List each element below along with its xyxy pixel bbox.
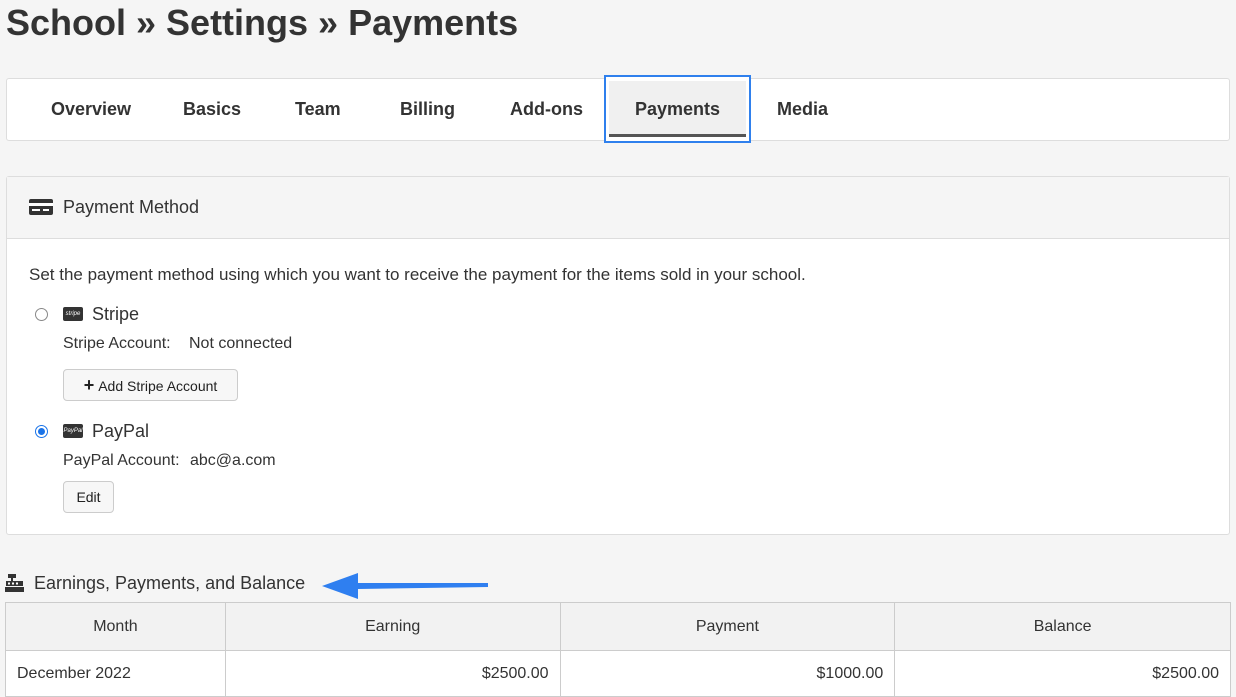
tab-team[interactable]: Team (295, 79, 341, 140)
page-title: School » Settings » Payments (6, 2, 519, 43)
table-row: December 2022 $2500.00 $1000.00 $2500.00 (5, 650, 1231, 697)
table-header-row: Month Earning Payment Balance (5, 602, 1231, 651)
tab-basics[interactable]: Basics (183, 79, 241, 140)
panel-title: Payment Method (63, 197, 200, 217)
tab-media[interactable]: Media (777, 79, 828, 140)
stripe-account-value: Not connected (189, 335, 293, 352)
stripe-label: Stripe (92, 304, 140, 324)
column-header-month: Month (5, 602, 226, 651)
edit-paypal-button[interactable]: Edit (63, 481, 114, 513)
add-stripe-account-button[interactable]: + Add Stripe Account (63, 369, 238, 401)
cell-balance: $2500.00 (894, 650, 1231, 697)
stripe-icon: stripe (63, 307, 83, 321)
panel-header: Payment Method (7, 177, 1229, 239)
stripe-account-label: Stripe Account: (63, 335, 171, 352)
cell-payment: $1000.00 (559, 650, 896, 697)
tab-payments-label: Payments (609, 81, 746, 137)
paypal-account-value: abc@a.com (190, 452, 276, 469)
stripe-radio[interactable] (35, 308, 48, 321)
tab-payments[interactable]: Payments (604, 75, 751, 143)
cash-register-icon (5, 574, 24, 597)
cell-earning: $2500.00 (224, 650, 561, 697)
settings-tabbar: Overview Basics Team Billing Add-ons Pay… (6, 75, 1230, 143)
add-stripe-account-label: Add Stripe Account (98, 378, 218, 394)
tab-add-ons[interactable]: Add-ons (510, 79, 583, 140)
plus-icon: + (83, 375, 95, 395)
column-header-balance: Balance (894, 602, 1231, 651)
column-header-earning: Earning (224, 602, 561, 651)
tab-overview[interactable]: Overview (51, 79, 131, 140)
payment-method-panel: Payment Method Set the payment method us… (6, 176, 1230, 535)
earnings-section-title: Earnings, Payments, and Balance (34, 573, 306, 593)
column-header-payment: Payment (559, 602, 896, 651)
paypal-radio[interactable] (35, 425, 48, 438)
credit-card-icon (29, 199, 53, 220)
cell-month: December 2022 (5, 650, 226, 697)
paypal-account-label: PayPal Account: (63, 452, 180, 469)
paypal-icon: PayPal (63, 424, 83, 438)
payment-method-intro: Set the payment method using which you w… (29, 265, 806, 284)
tab-billing[interactable]: Billing (400, 79, 455, 140)
earnings-table: Month Earning Payment Balance December 2… (5, 602, 1231, 697)
paypal-label: PayPal (92, 421, 150, 441)
